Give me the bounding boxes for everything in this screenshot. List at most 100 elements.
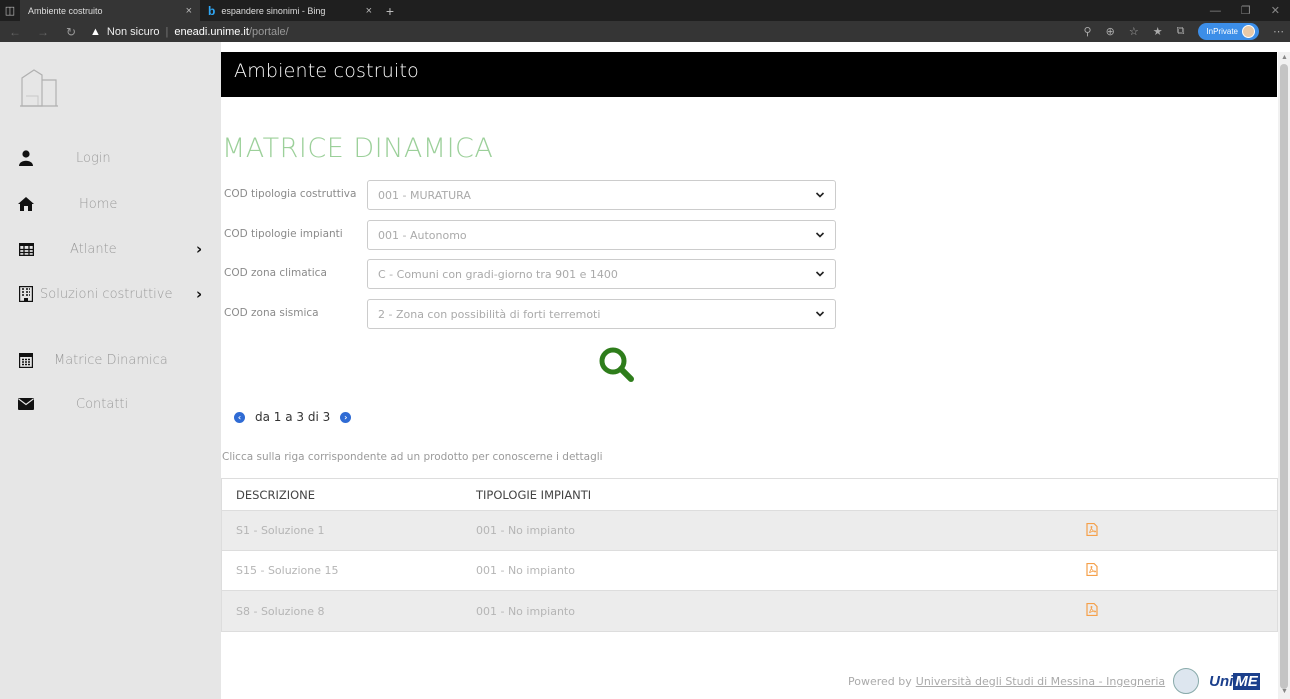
refresh-icon[interactable]: ↻ bbox=[62, 25, 80, 39]
scrollbar-thumb[interactable] bbox=[1280, 64, 1288, 689]
footer-university-link[interactable]: Università degli Studi di Messina - Inge… bbox=[916, 675, 1165, 688]
site-logo[interactable] bbox=[18, 66, 60, 108]
select-value: 001 - MURATURA bbox=[378, 188, 471, 202]
pagination: ‹ da 1 a 3 di 3 › bbox=[234, 410, 352, 424]
filter-label: COD tipologia costruttiva bbox=[224, 188, 357, 200]
page-header: Ambiente costruito bbox=[221, 52, 1277, 97]
sidebar-item-label: Home bbox=[79, 196, 118, 212]
university-seal-icon bbox=[1173, 668, 1200, 694]
pdf-icon[interactable] bbox=[1086, 522, 1106, 539]
sidebar-item-label: Atlante bbox=[70, 241, 117, 257]
zoom-icon[interactable]: ⊕ bbox=[1106, 25, 1115, 38]
url-separator: | bbox=[165, 25, 169, 38]
warning-icon: ▲ bbox=[90, 25, 101, 38]
back-icon[interactable]: ← bbox=[6, 25, 24, 39]
tab-ambiente-costruito[interactable]: Ambiente costruito × bbox=[20, 0, 200, 21]
window-menu-icon[interactable]: ◫ bbox=[0, 0, 20, 21]
user-icon bbox=[17, 149, 35, 167]
previous-page-icon[interactable]: ‹ bbox=[234, 411, 245, 423]
chevron-down-icon bbox=[815, 192, 825, 198]
browser-tab-bar: ◫ Ambiente costruito × b espandere sinon… bbox=[0, 0, 1290, 21]
favorite-add-icon[interactable]: ☆ bbox=[1129, 25, 1139, 38]
toolbar-right: ⚲ ⊕ ☆ ★ ⧉ InPrivate ⋯ bbox=[1084, 23, 1284, 40]
footer: Powered by Università degli Studi di Mes… bbox=[848, 668, 1260, 694]
filter-zona-sismica: COD zona sismica 2 - Zona con possibilit… bbox=[222, 299, 836, 329]
tipologie-impianti-select[interactable]: 001 - Autonomo bbox=[367, 220, 836, 250]
sidebar-item-label: Matrice Dinamica bbox=[54, 352, 168, 368]
zona-climatica-select[interactable]: C - Comuni con gradi-giorno tra 901 e 14… bbox=[367, 259, 836, 289]
table-row[interactable]: S15 - Soluzione 15 001 - No impianto bbox=[222, 551, 1277, 591]
sidebar-item-matrice-dinamica[interactable]: Matrice Dinamica bbox=[0, 348, 221, 372]
sidebar-item-label: Soluzioni costruttive bbox=[40, 286, 173, 302]
cell-descrizione: S15 - Soluzione 15 bbox=[236, 564, 339, 577]
url-path: /portale/ bbox=[248, 25, 289, 38]
sidebar-item-label: Login bbox=[76, 150, 111, 166]
more-icon[interactable]: ⋯ bbox=[1273, 25, 1284, 38]
zona-sismica-select[interactable]: 2 - Zona con possibilità di forti terrem… bbox=[367, 299, 836, 329]
unime-logo[interactable]: Uni ME bbox=[1209, 672, 1260, 690]
envelope-icon bbox=[17, 395, 35, 413]
chevron-down-icon bbox=[815, 311, 825, 317]
security-label: Non sicuro bbox=[106, 25, 160, 38]
close-icon[interactable]: × bbox=[366, 5, 372, 17]
favorites-icon[interactable]: ★ bbox=[1153, 25, 1163, 38]
new-tab-button[interactable]: + bbox=[380, 0, 400, 21]
results-table: DESCRIZIONE TIPOLOGIE IMPIANTI S1 - Solu… bbox=[221, 478, 1278, 632]
home-icon bbox=[17, 195, 35, 213]
pdf-icon[interactable] bbox=[1086, 562, 1106, 579]
sidebar-item-login[interactable]: Login bbox=[0, 146, 221, 170]
tab-bing[interactable]: b espandere sinonimi - Bing × bbox=[200, 0, 380, 21]
minimize-icon[interactable]: — bbox=[1210, 5, 1221, 17]
cell-tipologie-impianti: 001 - No impianto bbox=[476, 604, 575, 618]
url-host: eneadi.unime.it bbox=[174, 25, 249, 38]
page-header-title: Ambiente costruito bbox=[234, 60, 419, 82]
cell-descrizione: S8 - Soluzione 8 bbox=[236, 604, 325, 618]
sidebar-item-home[interactable]: Home bbox=[0, 192, 221, 216]
filter-tipologie-impianti: COD tipologie impianti 001 - Autonomo bbox=[222, 220, 836, 250]
sidebar-item-contatti[interactable]: Contatti bbox=[0, 392, 221, 416]
select-value: C - Comuni con gradi-giorno tra 901 e 14… bbox=[378, 267, 618, 281]
search-page-icon[interactable]: ⚲ bbox=[1084, 25, 1092, 38]
next-page-icon[interactable]: › bbox=[340, 411, 352, 423]
chevron-right-icon: › bbox=[196, 240, 203, 258]
select-value: 2 - Zona con possibilità di forti terrem… bbox=[378, 307, 601, 321]
bing-icon: b bbox=[208, 3, 216, 18]
search-button[interactable] bbox=[597, 346, 637, 384]
sidebar-item-atlante[interactable]: Atlante › bbox=[0, 237, 221, 261]
scroll-down-icon[interactable]: ▼ bbox=[1281, 688, 1288, 695]
scroll-up-icon[interactable]: ▲ bbox=[1281, 54, 1288, 61]
pagination-text: da 1 a 3 di 3 bbox=[255, 410, 331, 424]
results-hint: Clicca sulla riga corrispondente ad un p… bbox=[222, 451, 603, 463]
restore-icon[interactable]: ❐ bbox=[1241, 4, 1251, 17]
table-row[interactable]: S1 - Soluzione 1 001 - No impianto bbox=[222, 511, 1277, 551]
sidebar-item-soluzioni-costruttive[interactable]: Soluzioni costruttive › bbox=[0, 282, 221, 306]
select-value: 001 - Autonomo bbox=[378, 228, 467, 242]
url-field[interactable]: ▲ Non sicuro | eneadi.unime.it/portale/ bbox=[90, 26, 289, 38]
address-bar: ← → ↻ ▲ Non sicuro | eneadi.unime.it/por… bbox=[0, 21, 1290, 42]
forward-icon[interactable]: → bbox=[34, 25, 52, 39]
filter-zona-climatica: COD zona climatica C - Comuni con gradi-… bbox=[222, 259, 836, 289]
collections-icon[interactable]: ⧉ bbox=[1177, 25, 1185, 38]
column-header-descrizione: DESCRIZIONE bbox=[236, 487, 316, 502]
chevron-down-icon bbox=[815, 232, 825, 238]
tipologia-costruttiva-select[interactable]: 001 - MURATURA bbox=[367, 180, 836, 210]
unime-logo-uni: Uni bbox=[1209, 672, 1234, 690]
filter-label: COD tipologie impianti bbox=[224, 228, 343, 240]
chevron-down-icon bbox=[815, 271, 825, 277]
footer-powered-by: Powered by bbox=[848, 674, 912, 688]
inprivate-label: InPrivate bbox=[1206, 27, 1238, 36]
page-title: MATRICE DINAMICA bbox=[222, 133, 494, 164]
cell-tipologie-impianti: 001 - No impianto bbox=[476, 564, 575, 577]
cell-descrizione: S1 - Soluzione 1 bbox=[236, 524, 325, 537]
column-header-tipologie-impianti: TIPOLOGIE IMPIANTI bbox=[476, 487, 592, 502]
unime-logo-me: ME bbox=[1233, 672, 1260, 690]
close-icon[interactable]: × bbox=[186, 5, 192, 17]
page-scrollbar[interactable]: ▲ ▼ bbox=[1278, 52, 1290, 699]
chevron-right-icon: › bbox=[196, 285, 203, 303]
table-row[interactable]: S8 - Soluzione 8 001 - No impianto bbox=[222, 591, 1277, 631]
sidebar: Login Home Atlante › Soluzioni costrutti… bbox=[0, 42, 221, 699]
close-window-icon[interactable]: ✕ bbox=[1271, 4, 1280, 17]
tab-title: Ambiente costruito bbox=[28, 5, 103, 16]
pdf-icon[interactable] bbox=[1086, 603, 1106, 619]
inprivate-badge[interactable]: InPrivate bbox=[1198, 23, 1259, 40]
